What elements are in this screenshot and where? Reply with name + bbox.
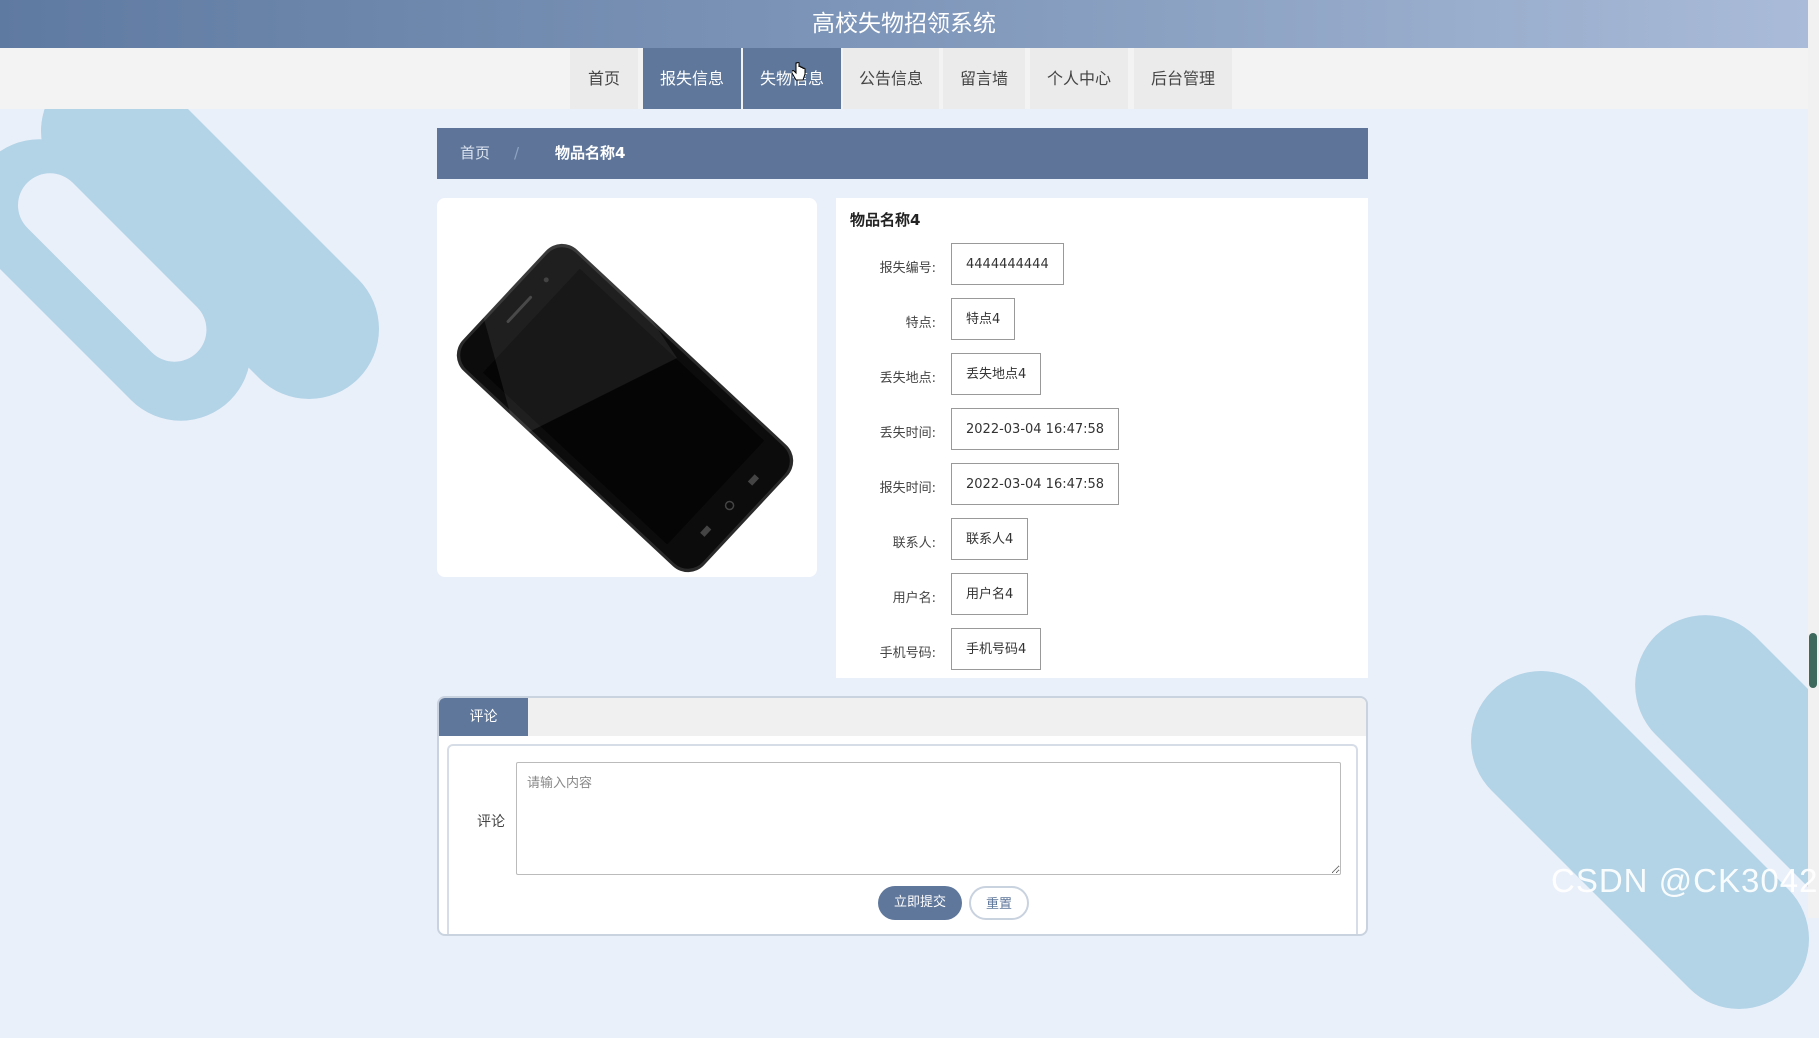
nav-item-admin[interactable]: 后台管理 bbox=[1134, 48, 1232, 109]
nav-item-home[interactable]: 首页 bbox=[570, 48, 638, 109]
field-value-features: 特点4 bbox=[951, 298, 1016, 340]
field-label-lost-place: 丢失地点: bbox=[879, 371, 936, 386]
field-value-lost-place: 丢失地点4 bbox=[951, 353, 1042, 395]
submit-button[interactable]: 立即提交 bbox=[878, 886, 962, 920]
breadcrumb: 首页 / 物品名称4 bbox=[437, 128, 1368, 179]
comment-textarea[interactable] bbox=[516, 762, 1341, 875]
breadcrumb-home[interactable]: 首页 bbox=[460, 128, 490, 179]
reset-button[interactable]: 重置 bbox=[969, 886, 1029, 920]
nav-item-personal-center[interactable]: 个人中心 bbox=[1030, 48, 1128, 109]
item-name-heading: 物品名称4 bbox=[850, 211, 921, 229]
app-title: 高校失物招领系统 bbox=[812, 11, 996, 37]
comment-panel: 评论 评论 立即提交 重置 bbox=[437, 696, 1368, 936]
field-label-phone: 手机号码: bbox=[879, 646, 936, 661]
field-label-report-time: 报失时间: bbox=[879, 481, 936, 496]
comment-field-label: 评论 bbox=[477, 814, 505, 830]
field-value-contact: 联系人4 bbox=[951, 518, 1029, 560]
tab-comment[interactable]: 评论 bbox=[439, 698, 528, 736]
field-value-report-no: 4444444444 bbox=[951, 243, 1064, 285]
field-label-contact: 联系人: bbox=[892, 536, 936, 551]
field-label-lost-time: 丢失时间: bbox=[879, 426, 936, 441]
scrollbar-thumb[interactable] bbox=[1809, 633, 1817, 688]
nav-item-loss-reports[interactable]: 报失信息 bbox=[643, 48, 741, 109]
nav-item-announcements[interactable]: 公告信息 bbox=[843, 48, 939, 109]
field-label-username: 用户名: bbox=[892, 591, 936, 606]
item-detail-panel: 物品名称4 报失编号: 4444444444 特点: 特点4 丢失地点: 丢失地… bbox=[836, 198, 1368, 678]
field-value-report-time: 2022-03-04 16:47:58 bbox=[951, 463, 1120, 505]
page-scrollbar[interactable] bbox=[1808, 0, 1819, 918]
field-value-phone: 手机号码4 bbox=[951, 628, 1042, 670]
comment-form: 评论 立即提交 重置 bbox=[447, 744, 1358, 934]
mouse-cursor-icon bbox=[792, 62, 806, 81]
comment-tab-bar: 评论 bbox=[439, 698, 1366, 736]
breadcrumb-separator: / bbox=[514, 144, 520, 162]
main-nav: 首页 报失信息 失物信息 公告信息 留言墙 个人中心 后台管理 bbox=[0, 48, 1808, 109]
field-value-username: 用户名4 bbox=[951, 573, 1029, 615]
smartphone-icon bbox=[456, 238, 794, 573]
item-photo bbox=[437, 198, 817, 577]
field-value-lost-time: 2022-03-04 16:47:58 bbox=[951, 408, 1120, 450]
field-label-report-no: 报失编号: bbox=[879, 261, 936, 276]
nav-item-message-wall[interactable]: 留言墙 bbox=[943, 48, 1025, 109]
site-header: 高校失物招领系统 bbox=[0, 0, 1808, 48]
watermark: CSDN @CK3042 bbox=[1551, 862, 1819, 899]
breadcrumb-current: 物品名称4 bbox=[555, 144, 626, 162]
field-label-features: 特点: bbox=[905, 316, 936, 331]
